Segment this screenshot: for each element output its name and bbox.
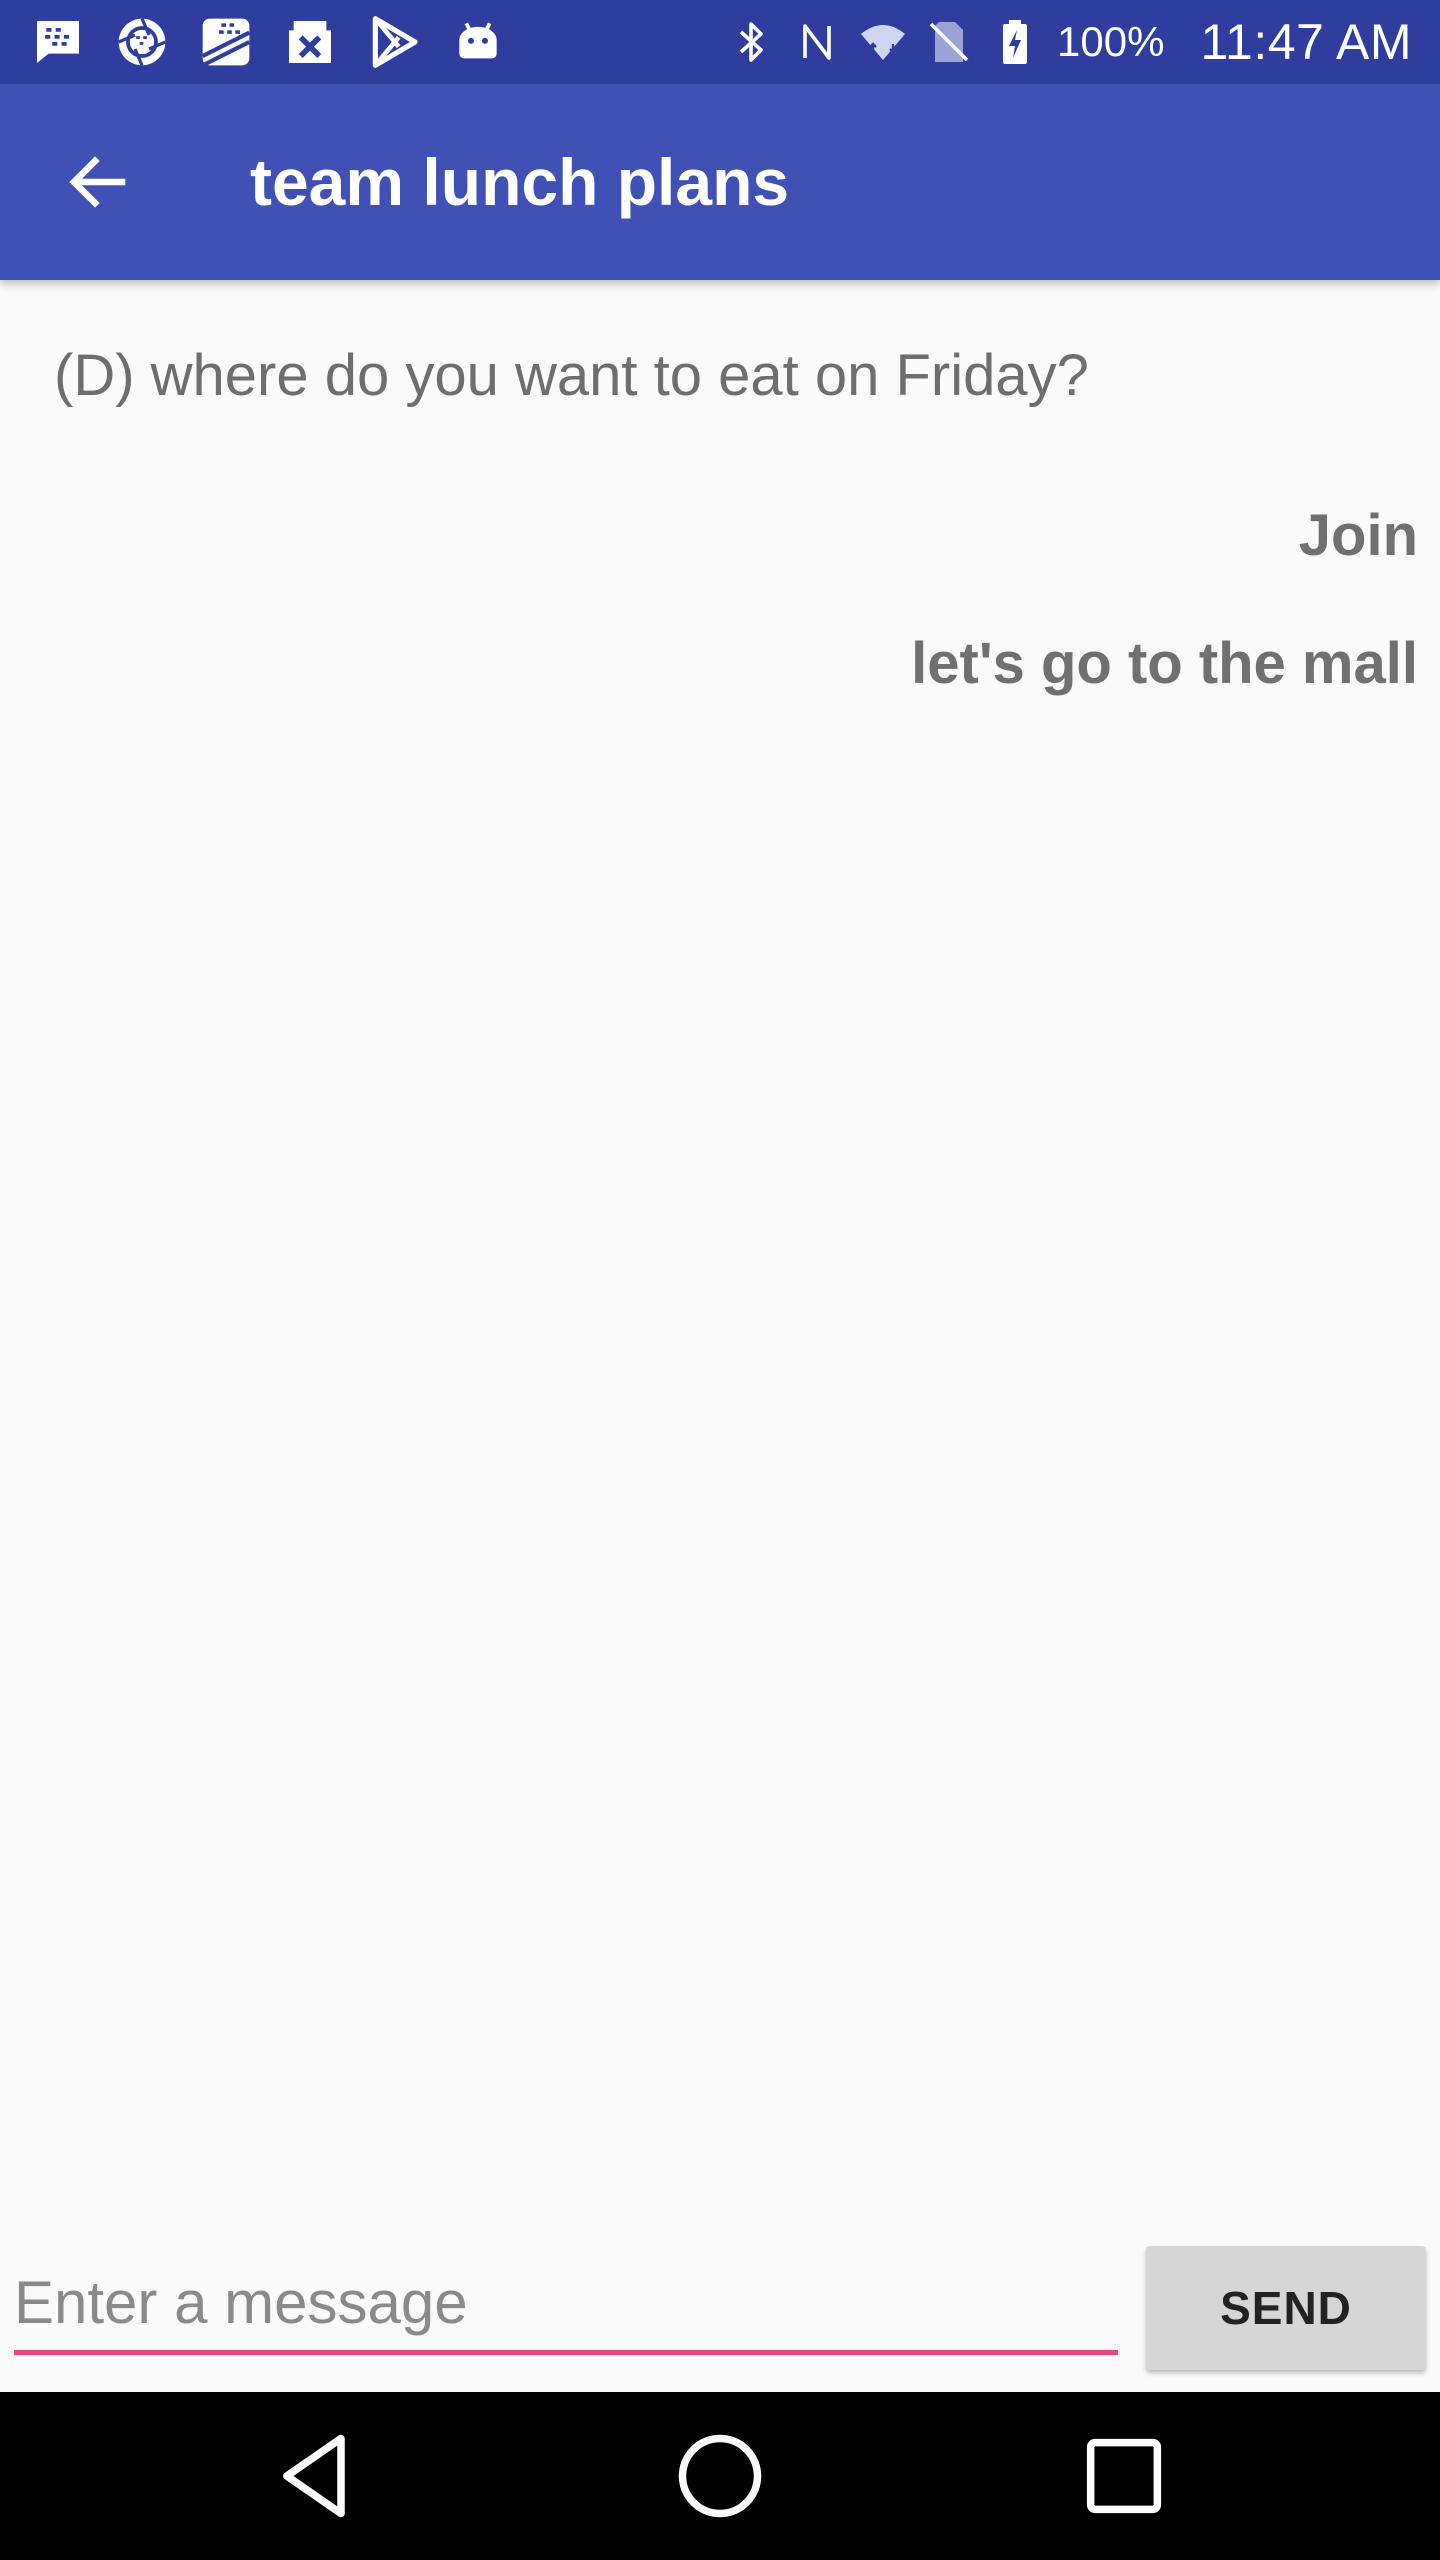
battery-charging-icon [991, 18, 1039, 66]
nav-back-icon [283, 2434, 345, 2518]
back-button[interactable] [38, 122, 158, 242]
system-status: 100% 11:47 AM [727, 13, 1412, 71]
play-store-icon [366, 14, 422, 70]
bluetooth-icon [727, 18, 775, 66]
nav-home-icon [678, 2434, 762, 2518]
blackberry-hub-icon [198, 14, 254, 70]
input-underline [14, 2350, 1118, 2355]
status-bar: 100% 11:47 AM [0, 0, 1440, 84]
nav-home-button[interactable] [670, 2426, 770, 2526]
message-item: let's go to the mall [911, 631, 1418, 696]
message-composer: SEND [0, 2232, 1440, 2372]
nfc-icon [793, 18, 841, 66]
close-box-icon [282, 14, 338, 70]
message-join[interactable]: Join [1299, 502, 1418, 569]
bbm-chat-icon [30, 14, 86, 70]
page-title: team lunch plans [250, 145, 790, 219]
nav-recents-icon [1086, 2438, 1162, 2514]
wifi-icon [859, 18, 907, 66]
android-robot-icon [450, 14, 506, 70]
nav-back-button[interactable] [266, 2426, 366, 2526]
navigation-bar [0, 2392, 1440, 2560]
send-button[interactable]: SEND [1146, 2246, 1426, 2370]
conversation-topic: (D) where do you want to eat on Friday? [54, 343, 1089, 408]
screen: 100% 11:47 AM team lunch plans (D) where… [0, 0, 1440, 2560]
status-clock: 11:47 AM [1200, 14, 1412, 70]
notification-icons [30, 14, 534, 70]
blackberry-aperture-icon [114, 14, 170, 70]
nav-recents-button[interactable] [1074, 2426, 1174, 2526]
app-bar: team lunch plans [0, 84, 1440, 280]
message-input[interactable] [14, 2262, 1118, 2342]
no-sim-icon [925, 18, 973, 66]
arrow-back-icon [69, 156, 126, 208]
battery-percent: 100% [1057, 18, 1165, 65]
